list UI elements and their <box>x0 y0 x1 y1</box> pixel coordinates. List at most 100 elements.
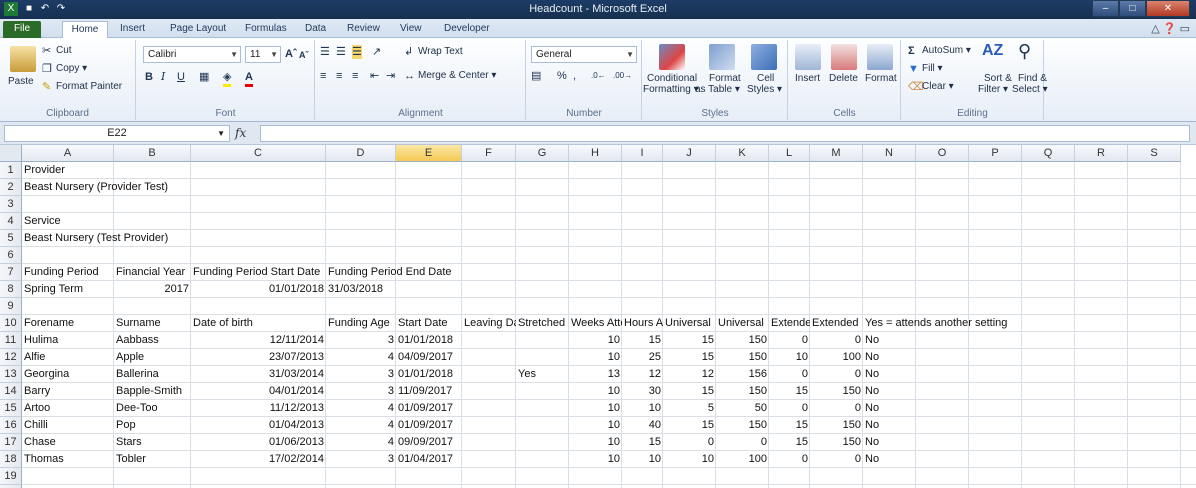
cell-a1[interactable]: Provider <box>22 162 67 179</box>
cell-c13[interactable]: 31/03/2014 <box>191 366 326 383</box>
cell-h18[interactable]: 10 <box>569 451 622 468</box>
row-header-10[interactable]: 10 <box>0 315 22 332</box>
tab-insert[interactable]: Insert <box>118 21 147 38</box>
font-name-dropdown[interactable]: Calibri ▼ <box>143 46 241 63</box>
row-header-8[interactable]: 8 <box>0 281 22 298</box>
paste-icon[interactable] <box>10 46 36 72</box>
decrease-indent-icon[interactable]: ⇤ <box>370 69 379 83</box>
select-all-corner[interactable] <box>0 145 22 162</box>
cell-b18[interactable]: Tobler <box>114 451 148 468</box>
column-header-h[interactable]: H <box>569 145 622 162</box>
column-header-q[interactable]: Q <box>1022 145 1075 162</box>
cell-e13[interactable]: 01/01/2018 <box>396 366 455 383</box>
tab-formulas[interactable]: Formulas <box>243 21 289 38</box>
orientation-icon[interactable]: ↗ <box>372 45 381 59</box>
insert-cells-button[interactable]: Insert <box>795 73 820 84</box>
find-select-icon[interactable]: ⚲ <box>1018 42 1031 60</box>
cell-m15[interactable]: 0 <box>810 400 863 417</box>
row-header-11[interactable]: 11 <box>0 332 22 349</box>
comma-icon[interactable]: , <box>573 69 576 83</box>
cell-b10[interactable]: Surname <box>114 315 191 332</box>
cell-f10[interactable]: Leaving Date <box>462 315 516 332</box>
cell-d17[interactable]: 4 <box>326 434 396 451</box>
format-painter-button[interactable]: Format Painter <box>56 81 122 92</box>
cell-b8[interactable]: 2017 <box>114 281 191 298</box>
row-header-13[interactable]: 13 <box>0 366 22 383</box>
cell-h15[interactable]: 10 <box>569 400 622 417</box>
cell-b14[interactable]: Bapple-Smith <box>114 383 184 400</box>
cell-m10[interactable]: Extended <box>810 315 863 332</box>
delete-cells-button[interactable]: Delete <box>829 73 858 84</box>
wrap-text-button[interactable]: Wrap Text <box>418 46 463 57</box>
cell-c12[interactable]: 23/07/2013 <box>191 349 326 366</box>
cell-c15[interactable]: 11/12/2013 <box>191 400 326 417</box>
cell-l13[interactable]: 0 <box>769 366 810 383</box>
cell-i10[interactable]: Hours Attended <box>622 315 663 332</box>
cell-d13[interactable]: 3 <box>326 366 396 383</box>
wrap-text-icon[interactable]: ↲ <box>404 45 413 59</box>
cell-k16[interactable]: 150 <box>716 417 769 434</box>
cell-e18[interactable]: 01/04/2017 <box>396 451 455 468</box>
cell-b17[interactable]: Stars <box>114 434 144 451</box>
cell-i16[interactable]: 40 <box>622 417 663 434</box>
cell-l18[interactable]: 0 <box>769 451 810 468</box>
sort-filter-menu[interactable]: Filter ▾ <box>978 84 1008 95</box>
row-header-1[interactable]: 1 <box>0 162 22 179</box>
cell-a8[interactable]: Spring Term <box>22 281 85 298</box>
fill-button[interactable]: Fill ▾ <box>922 63 943 74</box>
underline-icon[interactable]: U <box>177 70 185 84</box>
cell-a5[interactable]: Beast Nursery (Test Provider) <box>22 230 170 247</box>
column-header-p[interactable]: P <box>969 145 1022 162</box>
cell-m18[interactable]: 0 <box>810 451 863 468</box>
font-size-dropdown[interactable]: 11 ▼ <box>245 46 281 63</box>
format-cells-button[interactable]: Format <box>865 73 897 84</box>
tab-file[interactable]: File <box>3 21 41 38</box>
cell-a12[interactable]: Alfie <box>22 349 47 366</box>
cell-c7[interactable]: Funding Period Start Date <box>191 264 322 281</box>
close-button[interactable]: ✕ <box>1146 0 1190 17</box>
format-as-table-menu[interactable]: as Table ▾ <box>695 84 740 95</box>
cell-n11[interactable]: No <box>863 332 881 349</box>
cell-n15[interactable]: No <box>863 400 881 417</box>
cell-d18[interactable]: 3 <box>326 451 396 468</box>
cell-a7[interactable]: Funding Period <box>22 264 101 281</box>
cell-i18[interactable]: 10 <box>622 451 663 468</box>
autosum-icon[interactable]: Σ <box>908 44 915 58</box>
cell-j10[interactable]: Universal <box>663 315 716 332</box>
cell-m12[interactable]: 100 <box>810 349 863 366</box>
cell-n14[interactable]: No <box>863 383 881 400</box>
cell-c10[interactable]: Date of birth <box>191 315 326 332</box>
cell-l17[interactable]: 15 <box>769 434 810 451</box>
cell-d8[interactable]: 31/03/2018 <box>326 281 385 298</box>
cell-h11[interactable]: 10 <box>569 332 622 349</box>
increase-decimal-icon[interactable]: .0← <box>591 69 606 83</box>
column-header-c[interactable]: C <box>191 145 326 162</box>
row-header-15[interactable]: 15 <box>0 400 22 417</box>
cell-k11[interactable]: 150 <box>716 332 769 349</box>
row-header-3[interactable]: 3 <box>0 196 22 213</box>
row-header-2[interactable]: 2 <box>0 179 22 196</box>
row-header-17[interactable]: 17 <box>0 434 22 451</box>
align-bottom-icon[interactable]: ☰ <box>352 45 362 59</box>
shrink-font-icon[interactable]: Aˇ <box>299 48 309 62</box>
cell-j18[interactable]: 10 <box>663 451 716 468</box>
column-header-a[interactable]: A <box>22 145 114 162</box>
cell-a16[interactable]: Chilli <box>22 417 50 434</box>
name-box[interactable]: E22 ▼ <box>4 125 230 142</box>
tab-home[interactable]: Home <box>62 21 108 38</box>
column-header-b[interactable]: B <box>114 145 191 162</box>
cell-d14[interactable]: 3 <box>326 383 396 400</box>
cell-j16[interactable]: 15 <box>663 417 716 434</box>
cell-j14[interactable]: 15 <box>663 383 716 400</box>
cell-d16[interactable]: 4 <box>326 417 396 434</box>
cell-d12[interactable]: 4 <box>326 349 396 366</box>
align-middle-icon[interactable]: ☰ <box>336 45 346 59</box>
find-select-menu[interactable]: Select ▾ <box>1012 84 1048 95</box>
cell-j15[interactable]: 5 <box>663 400 716 417</box>
column-header-d[interactable]: D <box>326 145 396 162</box>
cell-b13[interactable]: Ballerina <box>114 366 161 383</box>
tab-page-layout[interactable]: Page Layout <box>168 21 228 38</box>
column-header-m[interactable]: M <box>810 145 863 162</box>
cell-e11[interactable]: 01/01/2018 <box>396 332 455 349</box>
number-format-dropdown[interactable]: General ▼ <box>531 46 637 63</box>
